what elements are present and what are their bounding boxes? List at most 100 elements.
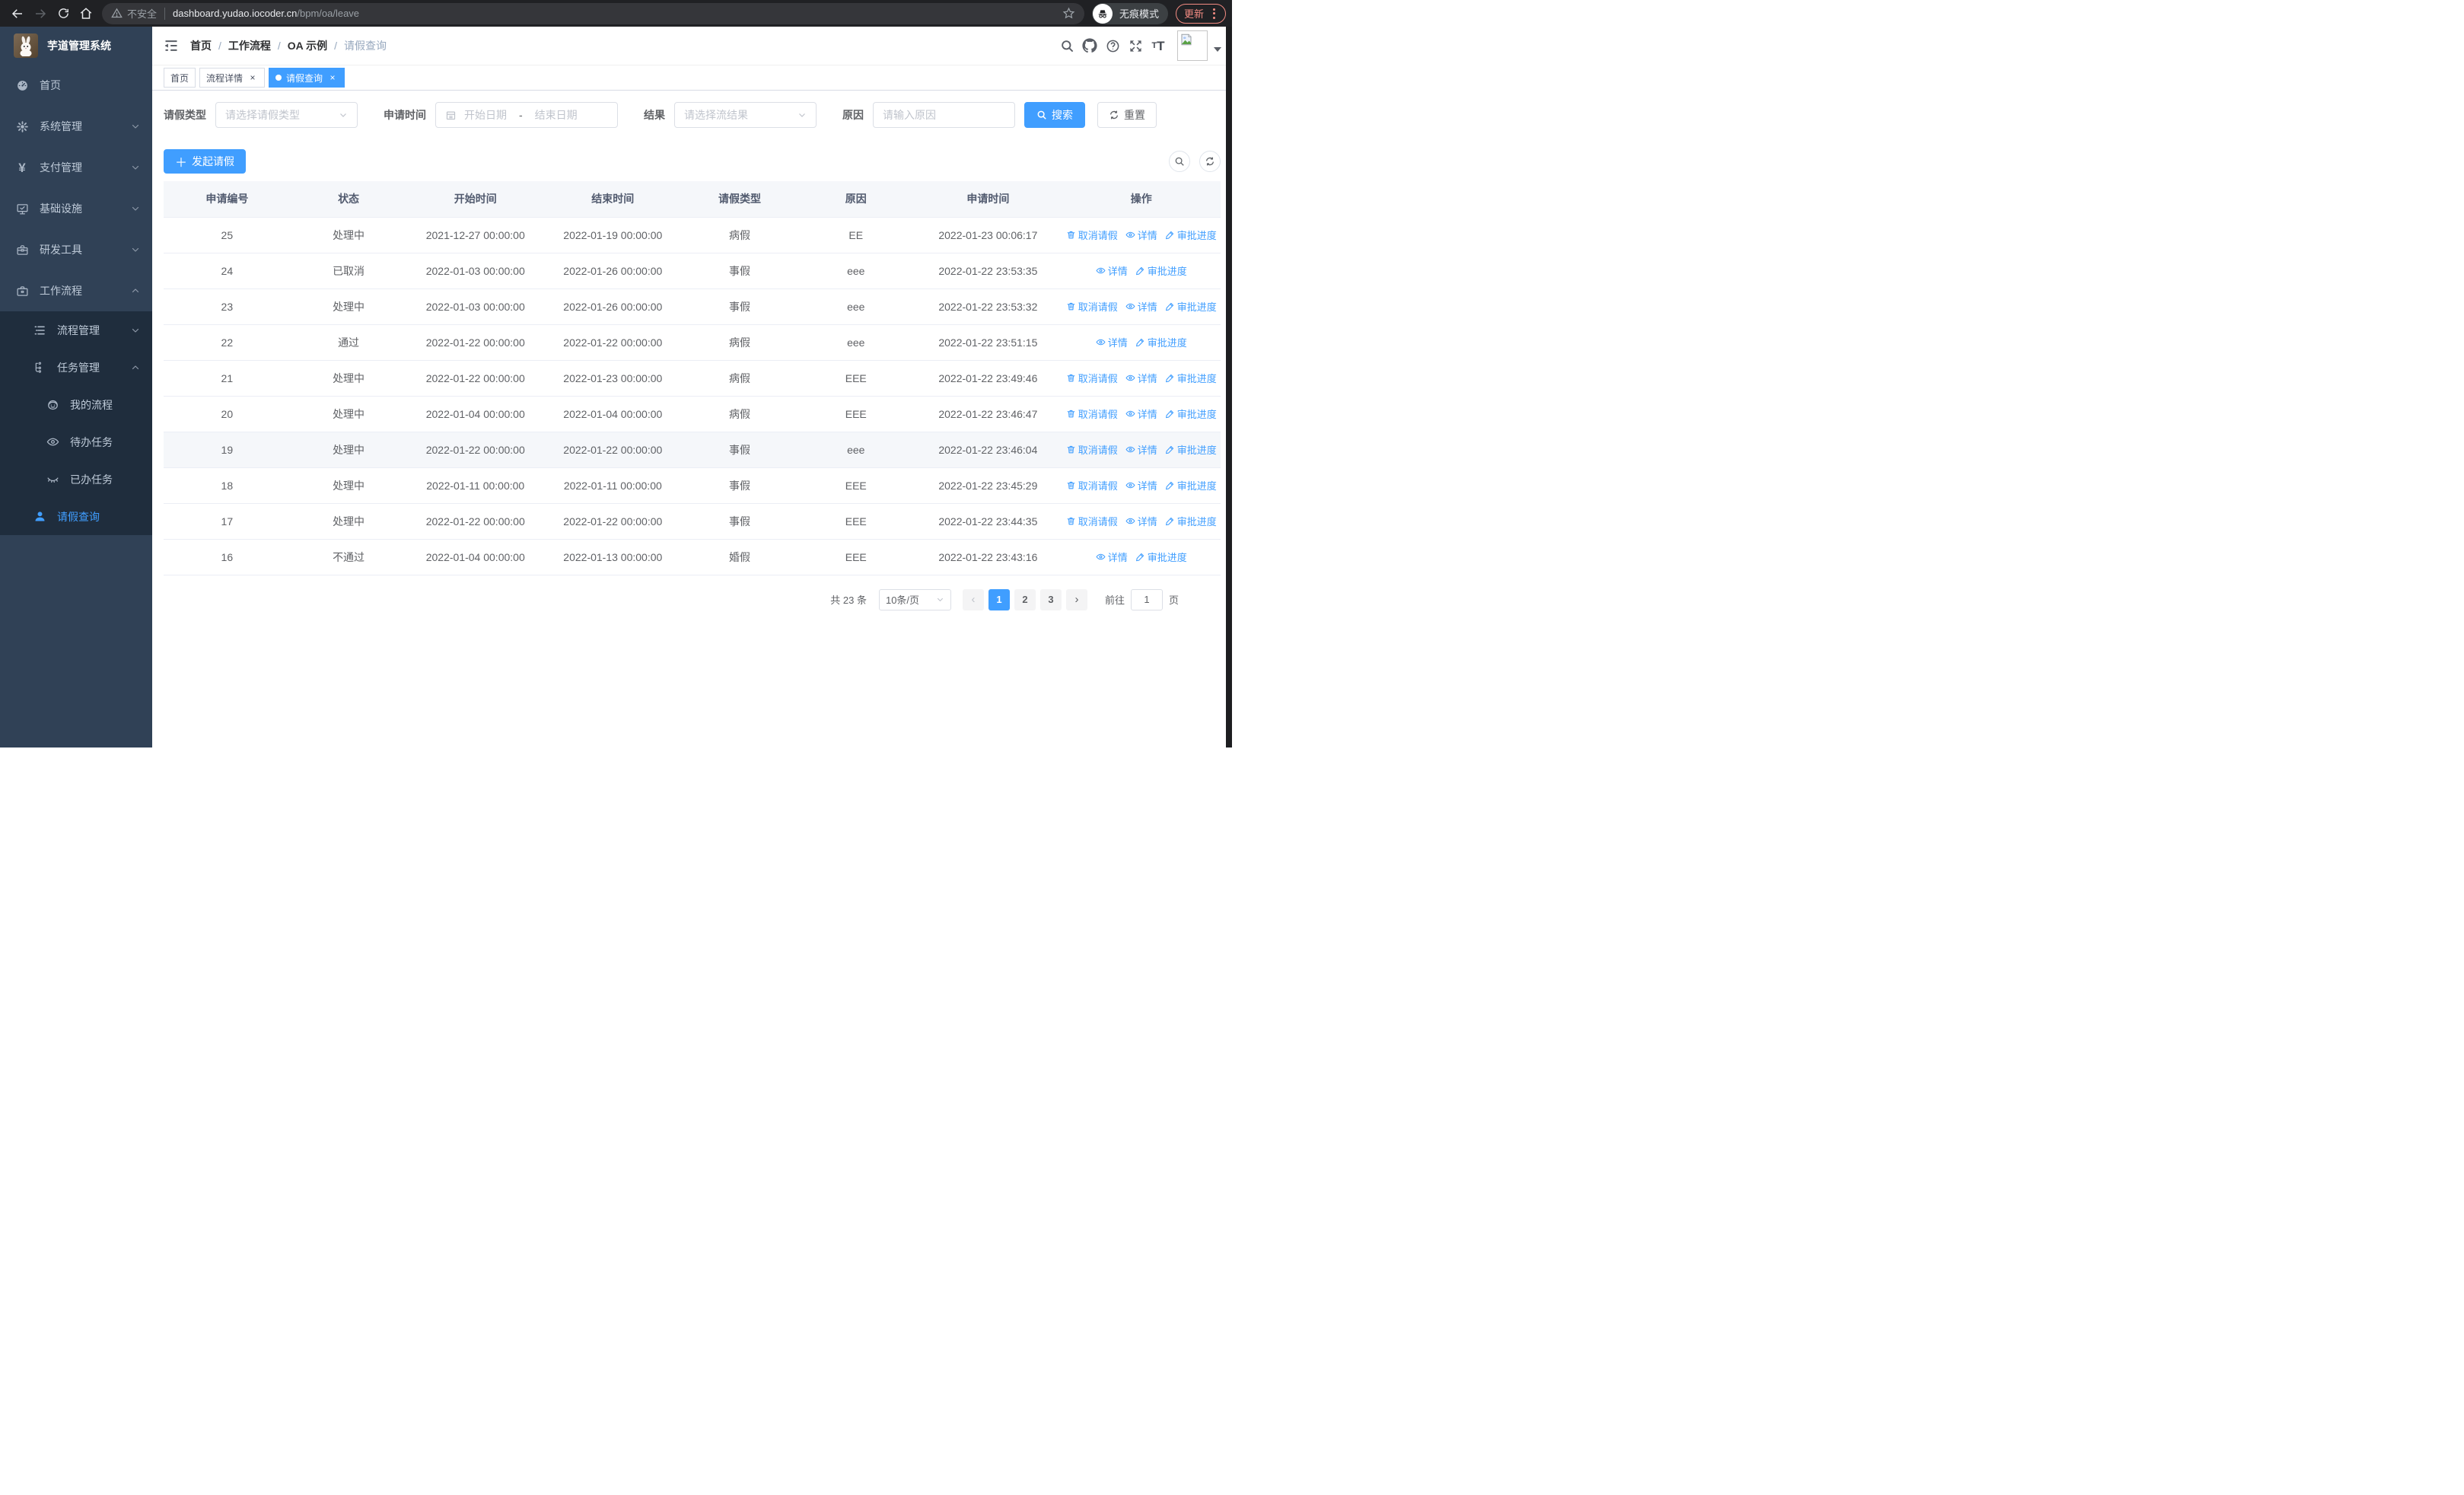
action-detail[interactable]: 详情 <box>1125 478 1157 492</box>
next-page-button[interactable]: › <box>1065 588 1087 610</box>
cell-id: 19 <box>164 432 291 468</box>
action-detail[interactable]: 详情 <box>1125 299 1157 314</box>
result-select[interactable]: 请选择流结果 <box>674 102 817 128</box>
font-size-button[interactable]: TT <box>1147 34 1170 57</box>
cell-id: 22 <box>164 324 291 361</box>
action-detail[interactable]: 详情 <box>1096 550 1128 564</box>
header-search-button[interactable] <box>1055 34 1078 57</box>
chev-down <box>131 122 140 131</box>
action-label: 审批进度 <box>1176 516 1217 528</box>
eye-small-icon <box>1125 445 1135 454</box>
action-detail[interactable]: 详情 <box>1096 263 1128 278</box>
action-detail[interactable]: 详情 <box>1125 442 1157 457</box>
sidebar-item-leave-query[interactable]: 请假查询 <box>0 498 152 535</box>
fullscreen-button[interactable] <box>1124 34 1147 57</box>
sidebar-item-process-mgmt[interactable]: 流程管理 <box>0 311 152 349</box>
security-label: 不安全 <box>127 8 158 20</box>
browser-update-button[interactable]: 更新 <box>1175 3 1226 24</box>
help-doc-button[interactable] <box>1101 34 1124 57</box>
bookmark-star-icon[interactable] <box>1062 7 1075 20</box>
action-approval-progress[interactable]: 审批进度 <box>1135 335 1187 349</box>
address-bar[interactable]: 不安全 dashboard.yudao.iocoder.cn/bpm/oa/le… <box>102 2 1084 24</box>
action-approval-progress[interactable]: 审批进度 <box>1165 514 1217 528</box>
github-link-button[interactable] <box>1078 34 1101 57</box>
action-cancel-leave[interactable]: 取消请假 <box>1066 478 1118 492</box>
action-detail[interactable]: 详情 <box>1125 514 1157 528</box>
sidebar-item-dev-tools[interactable]: 研发工具 <box>0 229 152 270</box>
avatar-caret-down-icon[interactable] <box>1214 47 1221 52</box>
sidebar-item-payment-mgmt[interactable]: ¥ 支付管理 <box>0 147 152 188</box>
app-title: 芋道管理系统 <box>47 40 111 52</box>
breadcrumb-item[interactable]: OA 示例 <box>288 38 327 53</box>
browser-menu-icon[interactable] <box>1211 8 1218 19</box>
page-unit-label: 页 <box>1168 594 1179 606</box>
reason-input[interactable]: 请输入原因 <box>873 102 1015 128</box>
tab-请假查询[interactable]: 请假查询 × <box>269 68 345 88</box>
action-detail[interactable]: 详情 <box>1125 371 1157 385</box>
action-approval-progress[interactable]: 审批进度 <box>1165 299 1217 314</box>
pen-icon <box>1165 480 1175 490</box>
close-icon[interactable]: × <box>327 72 338 83</box>
action-cancel-leave[interactable]: 取消请假 <box>1066 299 1118 314</box>
browser-reload-button[interactable] <box>52 2 75 25</box>
page-size-select[interactable]: 10条/页 <box>878 588 951 610</box>
page-button-1[interactable]: 1 <box>988 588 1010 610</box>
action-cancel-leave[interactable]: 取消请假 <box>1066 514 1118 528</box>
action-approval-progress[interactable]: 审批进度 <box>1165 406 1217 421</box>
action-cancel-leave[interactable]: 取消请假 <box>1066 228 1118 242</box>
page-scrollbar[interactable] <box>1226 27 1232 748</box>
browser-home-button[interactable] <box>75 2 97 25</box>
page-button-2[interactable]: 2 <box>1014 588 1036 610</box>
apply-time-range-picker[interactable]: 开始日期 - 结束日期 <box>435 102 618 128</box>
leave-type-select[interactable]: 请选择请假类型 <box>215 102 358 128</box>
action-approval-progress[interactable]: 审批进度 <box>1165 228 1217 242</box>
cell-status: 通过 <box>290 324 407 361</box>
column-header: 操作 <box>1062 181 1221 218</box>
page-button-3[interactable]: 3 <box>1039 588 1062 610</box>
close-icon[interactable]: × <box>247 72 258 83</box>
sidebar-item-workflow[interactable]: 工作流程 <box>0 270 152 311</box>
action-detail[interactable]: 详情 <box>1096 335 1128 349</box>
browser-back-button[interactable] <box>6 2 29 25</box>
action-cancel-leave[interactable]: 取消请假 <box>1066 406 1118 421</box>
action-approval-progress[interactable]: 审批进度 <box>1165 478 1217 492</box>
refresh-table-button[interactable] <box>1199 151 1221 172</box>
action-approval-progress[interactable]: 审批进度 <box>1135 550 1187 564</box>
monitor-icon <box>15 202 29 215</box>
logo-row[interactable]: 芋道管理系统 <box>0 27 152 65</box>
action-cancel-leave[interactable]: 取消请假 <box>1066 442 1118 457</box>
user-avatar[interactable] <box>1177 30 1208 61</box>
tab-首页[interactable]: 首页 <box>164 68 196 88</box>
sidebar-item-infrastructure[interactable]: 基础设施 <box>0 188 152 229</box>
action-approval-progress[interactable]: 审批进度 <box>1165 442 1217 457</box>
sidebar-collapse-button[interactable] <box>152 27 190 65</box>
create-leave-button[interactable]: ＋ 发起请假 <box>164 149 247 174</box>
show-search-toggle-button[interactable] <box>1169 151 1190 172</box>
home-icon <box>79 7 93 21</box>
cell-actions: 取消请假 详情 审批进度 <box>1062 217 1221 253</box>
cell-type: 病假 <box>681 217 798 253</box>
goto-page-input[interactable]: 1 <box>1130 588 1163 610</box>
reset-button[interactable]: 重置 <box>1097 102 1157 128</box>
breadcrumb-item[interactable]: 工作流程 <box>228 38 271 53</box>
tab-流程详情[interactable]: 流程详情 × <box>199 68 266 88</box>
sidebar-item-label: 流程管理 <box>57 324 100 336</box>
sidebar-item-my-process[interactable]: 我的流程 <box>0 386 152 423</box>
sidebar-item-done-tasks[interactable]: 已办任务 <box>0 461 152 498</box>
action-approval-progress[interactable]: 审批进度 <box>1135 263 1187 278</box>
action-label: 取消请假 <box>1078 480 1118 492</box>
sidebar-item-task-mgmt[interactable]: 任务管理 <box>0 349 152 386</box>
action-approval-progress[interactable]: 审批进度 <box>1165 371 1217 385</box>
trash-icon <box>1066 373 1076 383</box>
sidebar-item-home[interactable]: 首页 <box>0 65 152 106</box>
action-cancel-leave[interactable]: 取消请假 <box>1066 371 1118 385</box>
search-button[interactable]: 搜索 <box>1024 102 1085 128</box>
action-detail[interactable]: 详情 <box>1125 406 1157 421</box>
breadcrumb-item[interactable]: 首页 <box>190 38 212 53</box>
sidebar-item-todo-tasks[interactable]: 待办任务 <box>0 423 152 461</box>
prev-page-button[interactable]: ‹ <box>962 588 984 610</box>
browser-forward-button[interactable] <box>29 2 52 25</box>
sidebar-item-system-mgmt[interactable]: 系统管理 <box>0 106 152 147</box>
action-detail[interactable]: 详情 <box>1125 228 1157 242</box>
sidebar-menu: 首页 系统管理 ¥ 支付管理 基础设施 研发工具 工作流程流程管理任务管理 我的流程 待办任务已… <box>0 65 152 535</box>
